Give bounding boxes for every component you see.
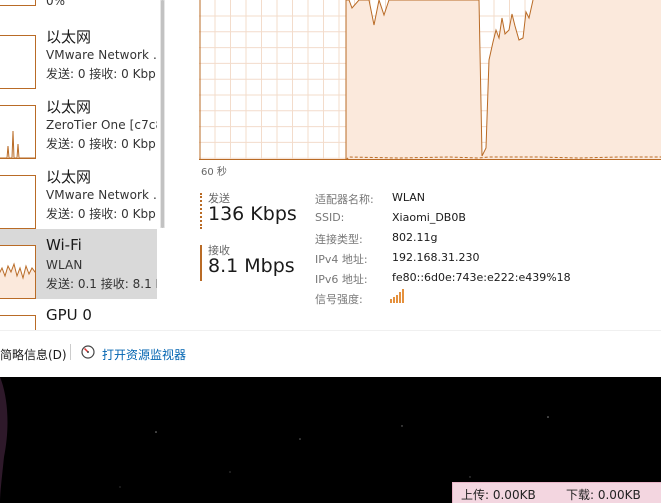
sidebar-item-subtitle: VMware Network . <box>46 188 157 202</box>
sidebar-item-subtitle: WLAN <box>46 258 83 272</box>
performance-sidebar: 0% 以太网 VMware Network . 发送: 0 接收: 0 Kbp … <box>0 0 157 330</box>
sidebar-item-subtitle: VMware Network . <box>46 48 157 62</box>
connection-type-label: 连接类型: <box>315 233 363 246</box>
sidebar-thumbnail <box>0 175 36 229</box>
sidebar-item-gpu[interactable]: GPU 0 <box>0 299 157 330</box>
sidebar-thumbnail <box>0 315 36 330</box>
sidebar-item-stat: 发送: 0.1 接收: 8.1 K <box>46 277 157 291</box>
ssid-label: SSID: <box>315 211 345 224</box>
connection-type-value: 802.11g <box>392 231 438 244</box>
throughput-graph-svg <box>199 0 661 161</box>
sidebar-thumbnail <box>0 105 36 159</box>
sidebar-item-stat: 发送: 0 接收: 0 Kbp <box>46 137 156 151</box>
adapter-name-value: WLAN <box>392 191 426 204</box>
ipv6-label: IPv6 地址: <box>315 273 368 286</box>
footer-bar: 简略信息(D) 打开资源监视器 <box>0 330 661 377</box>
download-speed: 下载: 0.00KB <box>566 488 641 502</box>
sidebar-item-title: Wi-Fi <box>46 236 82 254</box>
receive-indicator <box>200 245 202 281</box>
signal-strength-icon <box>390 289 404 303</box>
receive-value: 8.1 Mbps <box>208 255 295 277</box>
network-speed-widget[interactable]: 上传: 0.00KB 下载: 0.00KB <box>452 482 661 503</box>
open-resource-monitor-link[interactable]: 打开资源监视器 <box>102 346 186 363</box>
sidebar-scrollbar-thumb[interactable] <box>161 0 164 228</box>
ipv4-value: 192.168.31.230 <box>392 251 480 264</box>
sidebar-thumbnail <box>0 0 36 6</box>
sidebar-item-subtitle: ZeroTier One [c7c8 <box>46 118 157 132</box>
sidebar-item-stat: 发送: 0 接收: 0 Kbp <box>46 67 156 81</box>
task-manager-window: 0% 以太网 VMware Network . 发送: 0 接收: 0 Kbp … <box>0 0 661 377</box>
send-value: 136 Kbps <box>208 203 297 225</box>
sidebar-item-title: GPU 0 <box>46 306 92 324</box>
sidebar-item-ethernet-vmware-2[interactable]: 以太网 VMware Network . 发送: 0 接收: 0 Kbp <box>0 159 157 229</box>
fewer-details-button[interactable]: 简略信息(D) <box>0 346 67 363</box>
footer-separator <box>70 344 71 360</box>
sidebar-thumbnail <box>0 35 36 89</box>
send-indicator <box>200 193 202 229</box>
mini-graph <box>0 130 35 158</box>
sidebar-item-ethernet-zerotier[interactable]: 以太网 ZeroTier One [c7c8 发送: 0 接收: 0 Kbp <box>0 89 157 159</box>
sidebar-item-ethernet-vmware-1[interactable]: 以太网 VMware Network . 发送: 0 接收: 0 Kbp <box>0 19 157 89</box>
ipv4-label: IPv4 地址: <box>315 253 368 266</box>
sidebar-item-title: 以太网 <box>46 28 92 46</box>
graph-time-label: 60 秒 <box>201 167 227 178</box>
resource-monitor-icon[interactable] <box>81 345 95 359</box>
signal-strength-label: 信号强度: <box>315 293 363 306</box>
sidebar-item-title: 以太网 <box>46 98 92 116</box>
sidebar-item-stat: 0% <box>46 0 66 8</box>
sidebar-item-title: 以太网 <box>46 168 92 186</box>
ipv6-value: fe80::6d0e:743e:e222:e439%18 <box>392 271 571 284</box>
sidebar-item-wifi[interactable]: Wi-Fi WLAN 发送: 0.1 接收: 8.1 K <box>0 229 157 299</box>
ssid-value: Xiaomi_DB0B <box>392 211 466 224</box>
mini-graph <box>0 262 35 298</box>
adapter-name-label: 适配器名称: <box>315 193 374 206</box>
upload-speed: 上传: 0.00KB <box>461 488 536 502</box>
sidebar-thumbnail <box>0 245 36 299</box>
sidebar-item-stat: 发送: 0 接收: 0 Kbp <box>46 207 156 221</box>
throughput-graph <box>199 0 661 161</box>
